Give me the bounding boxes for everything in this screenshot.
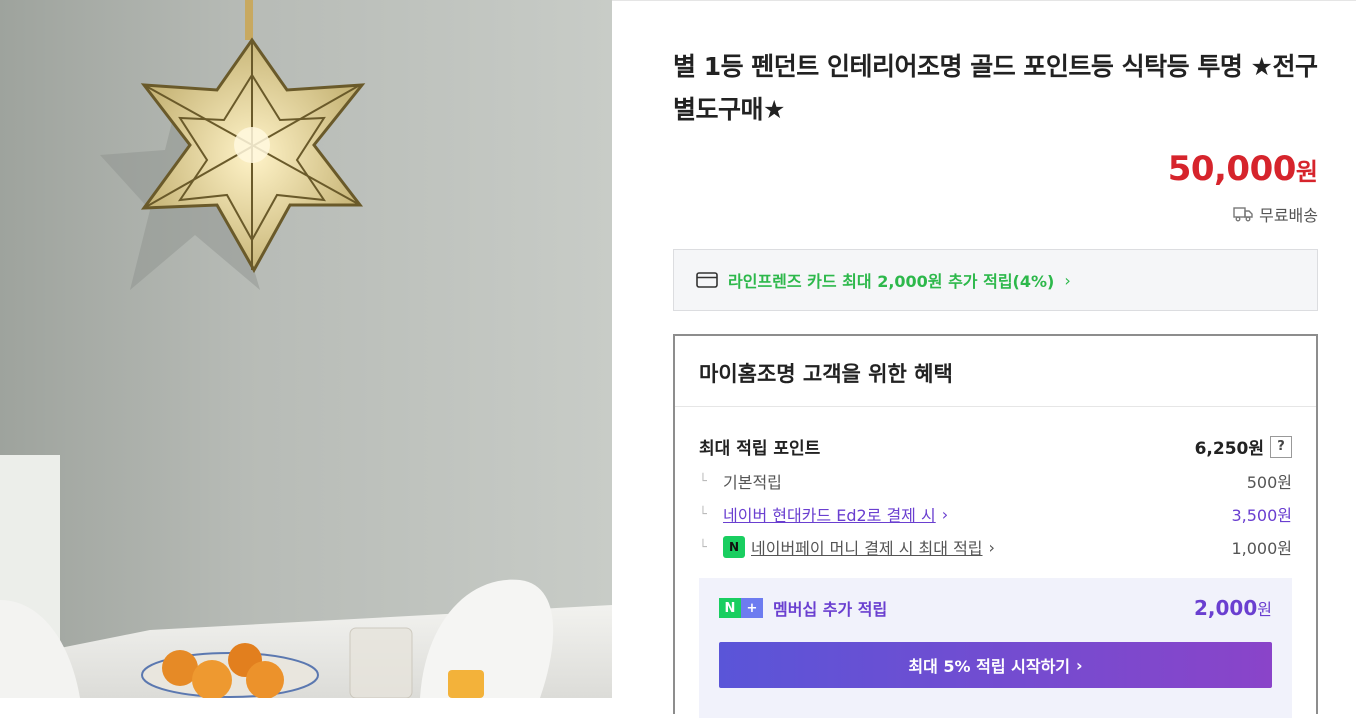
credit-card-icon (696, 272, 718, 288)
max-points-label: 최대 적립 포인트 (699, 439, 821, 459)
price-value: 50,000 (1167, 149, 1297, 189)
customer-benefits-box: 마이홈조명 고객을 위한 혜택 최대 적립 포인트 6,250원 ? └ 기본적… (673, 334, 1318, 718)
chevron-right-icon: › (988, 537, 995, 557)
points-item-value: 500원 (1246, 473, 1292, 492)
chevron-right-icon: › (941, 504, 949, 524)
points-item-value: 3,500원 (1231, 506, 1292, 525)
help-icon[interactable]: ? (1270, 435, 1292, 458)
product-photo-illustration (0, 0, 612, 698)
product-info-panel: 별 1등 펜던트 인테리어조명 골드 포인트등 식탁등 투명 ★전구별도구매★ … (612, 0, 1356, 718)
tree-branch-icon: └ (699, 539, 707, 555)
price-unit: 원 (1295, 158, 1318, 186)
divider (675, 406, 1316, 407)
membership-panel: N + 멤버십 추가 적립 2,000원 최대 5% 적립 시작하기 › (699, 578, 1292, 718)
hyundai-card-link[interactable]: 네이버 현대카드 Ed2로 결제 시 (723, 502, 936, 526)
card-benefit-banner[interactable]: 라인프렌즈 카드 최대 2,000원 추가 적립(4%) › (673, 249, 1318, 311)
chevron-right-icon: › (1076, 655, 1083, 675)
max-points-row: 최대 적립 포인트 6,250원 ? (699, 434, 1292, 459)
points-item-npay: └ N 네이버페이 머니 결제 시 최대 적립 › 1,000원 (699, 535, 1292, 559)
tree-branch-icon: └ (699, 473, 707, 489)
points-item-hyundai-card: └ 네이버 현대카드 Ed2로 결제 시 › 3,500원 (699, 502, 1292, 526)
points-item-label: 기본적립 (723, 473, 782, 492)
membership-row: N + 멤버십 추가 적립 2,000원 (719, 596, 1272, 620)
membership-start-button[interactable]: 최대 5% 적립 시작하기 › (719, 642, 1272, 688)
benefits-title: 마이홈조명 고객을 위한 혜택 (699, 362, 953, 386)
membership-unit: 원 (1257, 600, 1272, 619)
membership-amount: 2,000 (1194, 596, 1258, 620)
naverpay-icon: N (723, 536, 745, 558)
naver-plus-badge-icon: N + (719, 598, 763, 618)
points-item-value: 1,000원 (1231, 539, 1292, 558)
tree-branch-icon: └ (699, 506, 707, 522)
naver-n-icon: N (719, 598, 741, 618)
shipping-label: 무료배송 (1259, 206, 1318, 225)
price: 50,000원 (1168, 149, 1318, 189)
plus-icon: + (741, 598, 763, 618)
max-points-value: 6,250원 (1194, 439, 1264, 459)
membership-start-label: 최대 5% 적립 시작하기 (908, 657, 1071, 676)
points-item-basic: └ 기본적립 500원 (699, 469, 1292, 493)
product-title: 별 1등 펜던트 인테리어조명 골드 포인트등 식탁등 투명 ★전구별도구매★ (673, 52, 1318, 124)
card-benefit-text: 라인프렌즈 카드 최대 2,000원 추가 적립(4%) (728, 272, 1055, 291)
naverpay-money-link[interactable]: 네이버페이 머니 결제 시 최대 적립 (751, 535, 983, 559)
membership-value: 2,000원 (1194, 596, 1272, 620)
chevron-right-icon: › (1064, 270, 1071, 290)
membership-label: 멤버십 추가 적립 (773, 600, 888, 619)
shipping-info: 무료배송 (1233, 202, 1318, 226)
product-image (0, 0, 612, 698)
truck-icon (1233, 207, 1253, 222)
